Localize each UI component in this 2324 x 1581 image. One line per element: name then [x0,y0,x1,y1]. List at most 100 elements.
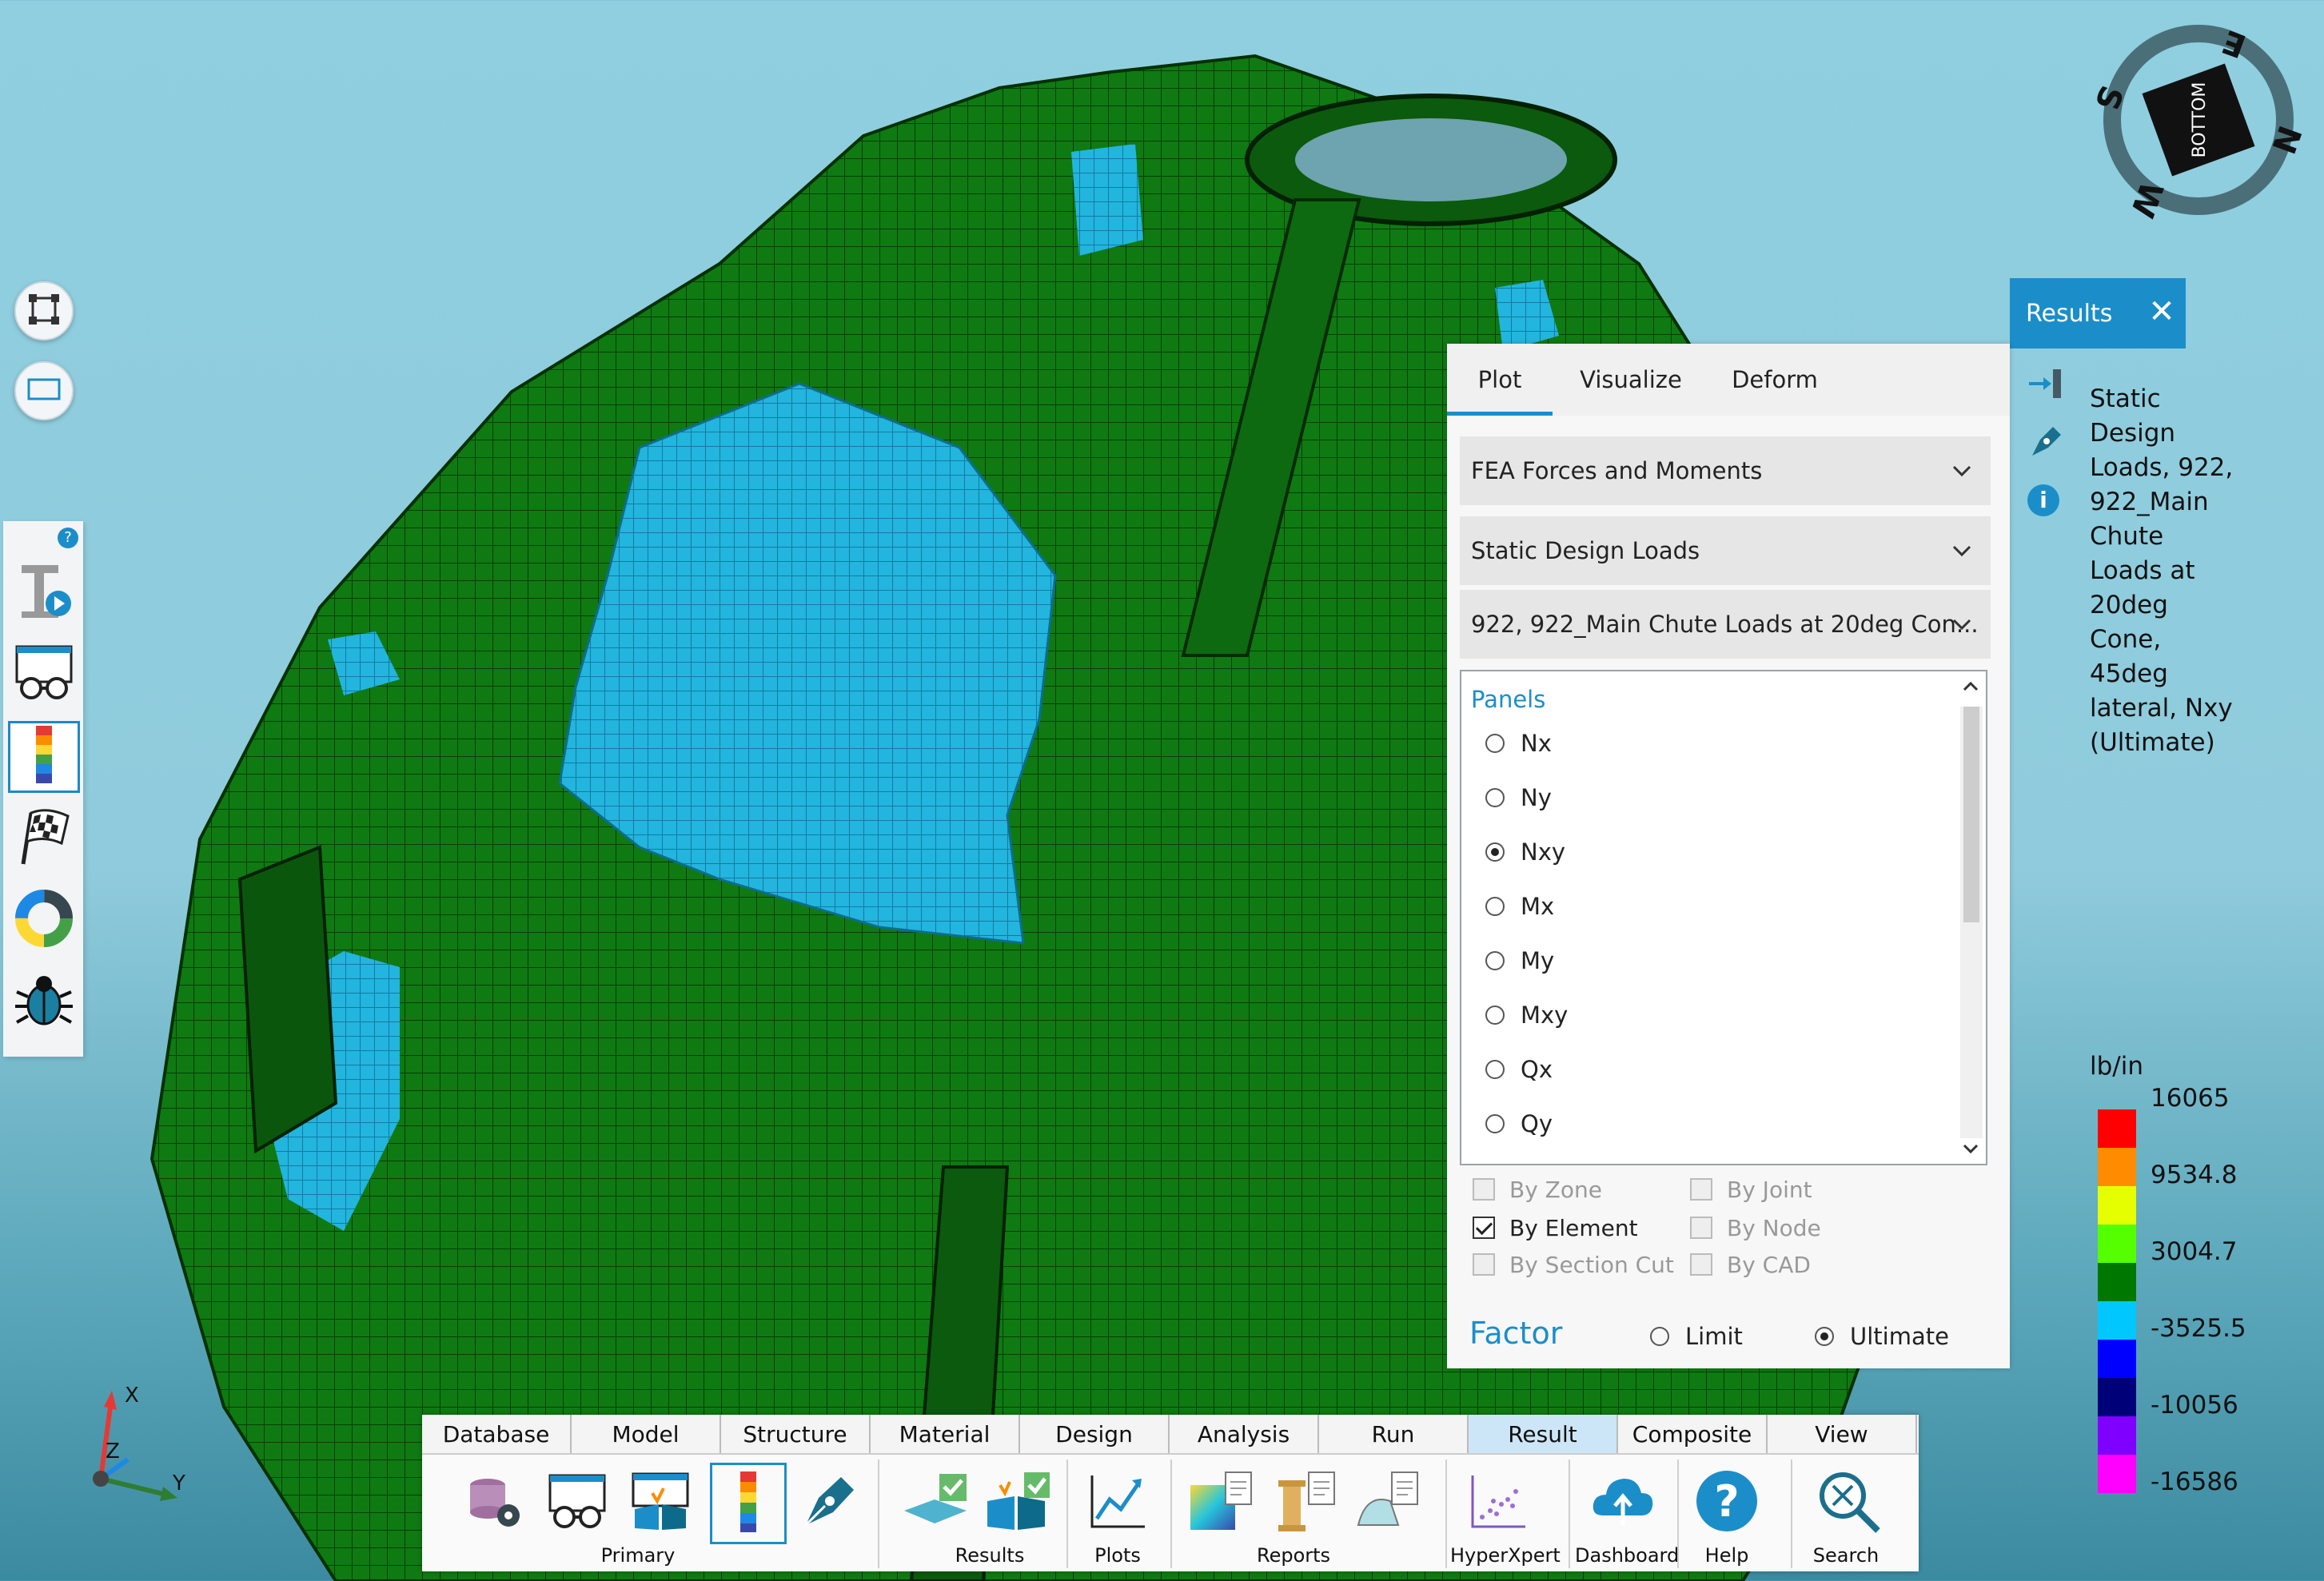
desc-line: Static [2090,384,2161,413]
info-icon[interactable]: i [2027,484,2059,516]
fit-view-icon [26,292,62,330]
radio-circle[interactable] [1485,951,1505,970]
radio-circle[interactable] [1485,842,1505,862]
radio-circle[interactable] [1485,1060,1505,1079]
tab-deform[interactable]: Deform [1711,344,1839,416]
checkbox-box[interactable] [1690,1253,1712,1276]
radio-circle[interactable] [1650,1327,1669,1346]
radio-circle[interactable] [1485,788,1505,807]
panels-listbox[interactable]: Panels Nx Ny Nxy Mx My Mxy Qx Qy [1460,670,1987,1165]
panels-scrollbar[interactable] [1960,707,1983,1138]
help-button[interactable]: ? [1688,1464,1765,1541]
radio-circle[interactable] [1485,1114,1505,1133]
radio-nxy[interactable]: Nxy [1485,836,1565,868]
tab-analysis[interactable]: Analysis [1170,1415,1319,1453]
radio-qy[interactable]: Qy [1485,1108,1553,1140]
window-view-button[interactable] [14,361,74,420]
checkbox-by-section-cut[interactable]: By Section Cut [1473,1250,1674,1279]
toolbar-donut[interactable] [8,884,80,956]
view-compass[interactable]: BOTTOM E N W S [2079,16,2310,224]
toolbar-finish[interactable] [8,802,80,874]
group-separator [1066,1460,1068,1568]
checkbox-by-element[interactable]: By Element [1473,1213,1638,1242]
scatter-plot-icon [1466,1469,1530,1536]
legend-value: -16586 [2151,1468,2238,1496]
tab-design[interactable]: Design [1020,1415,1170,1453]
desc-line: Design [2090,419,2176,448]
checkbox-by-zone[interactable]: By Zone [1473,1175,1602,1204]
toolbar-debug[interactable] [8,966,80,1037]
loadcase-dropdown[interactable]: 922, 922_Main Chute Loads at 20deg Con..… [1460,590,1991,659]
inspect-button[interactable] [539,1464,616,1541]
tab-visualize[interactable]: Visualize [1567,344,1695,416]
legend-color-block [2098,1148,2136,1186]
rectangle-icon [26,376,62,406]
results-header: Results ✕ [2010,278,2186,348]
ribbon-tabs: Database Model Structure Material Design… [422,1415,1919,1455]
tab-result[interactable]: Result [1469,1415,1618,1453]
checkbox-box[interactable] [1473,1178,1495,1201]
fit-view-button[interactable] [14,281,74,340]
help-badge-icon[interactable]: ? [58,528,78,548]
chevron-down-icon [1952,619,1971,631]
radio-mx[interactable]: Mx [1485,890,1554,922]
results-check-button[interactable] [897,1464,974,1541]
report-column-button[interactable] [1265,1464,1341,1541]
checkbox-box[interactable] [1473,1217,1495,1239]
database-settings-button[interactable] [456,1464,532,1541]
hyperxpert-button[interactable] [1460,1464,1537,1541]
pen-tool-icon[interactable] [2026,420,2067,465]
report-surface-button[interactable] [1348,1464,1425,1541]
axis-x-label: X [125,1384,139,1408]
tab-view[interactable]: View [1768,1415,1917,1453]
tab-run[interactable]: Run [1319,1415,1469,1453]
radio-circle[interactable] [1485,734,1505,753]
toolbar-contour[interactable] [8,721,80,793]
group-separator [1445,1460,1447,1568]
checkbox-by-node[interactable]: By Node [1690,1213,1821,1242]
radio-ny[interactable]: Ny [1485,782,1552,814]
radio-limit[interactable]: Limit [1650,1320,1743,1352]
plot-tabs: Plot Visualize Deform [1447,344,2010,416]
contour-legend-icon [734,1470,763,1537]
contour-button[interactable] [710,1463,787,1544]
tab-material[interactable]: Material [871,1415,1020,1453]
tab-composite[interactable]: Composite [1618,1415,1768,1453]
close-icon[interactable]: ✕ [2146,296,2178,328]
chevron-down-icon[interactable] [1960,1138,1981,1159]
send-to-icon[interactable] [2026,364,2064,406]
tab-plot[interactable]: Plot [1447,344,1553,416]
chevron-up-icon[interactable] [1960,676,1981,697]
checkbox-box[interactable] [1690,1178,1712,1201]
pen-tool-button[interactable] [791,1464,868,1541]
radio-ultimate[interactable]: Ultimate [1815,1320,1949,1352]
scroll-thumb[interactable] [1963,707,1979,922]
toolbar-structure-play[interactable] [8,556,80,628]
radio-mxy[interactable]: Mxy [1485,999,1568,1031]
search-button[interactable] [1810,1464,1887,1541]
open-book-button[interactable] [622,1464,699,1541]
plots-button[interactable] [1079,1464,1156,1541]
radio-circle[interactable] [1485,1006,1505,1025]
radio-nx[interactable]: Nx [1485,727,1552,759]
checkbox-box[interactable] [1690,1217,1712,1239]
tab-structure[interactable]: Structure [721,1415,871,1453]
radio-my[interactable]: My [1485,945,1554,977]
toolbar-inspect[interactable] [8,638,80,710]
radio-label: Qy [1521,1110,1553,1137]
radio-circle[interactable] [1485,897,1505,916]
dashboard-button[interactable] [1585,1464,1661,1541]
results-book-button[interactable] [980,1464,1057,1541]
result-type-dropdown[interactable]: FEA Forces and Moments [1460,436,1991,505]
tab-database[interactable]: Database [422,1415,572,1453]
checkbox-by-joint[interactable]: By Joint [1690,1175,1812,1204]
checkbox-box[interactable] [1473,1253,1495,1276]
radio-circle[interactable] [1815,1327,1834,1346]
tab-model[interactable]: Model [572,1415,721,1453]
radio-qx[interactable]: Qx [1485,1053,1553,1085]
loadset-dropdown[interactable]: Static Design Loads [1460,516,1991,585]
checkbox-by-cad[interactable]: By CAD [1690,1250,1811,1279]
legend-color-block [2098,1109,2136,1148]
radio-label: Mx [1521,893,1555,920]
report-heatmap-button[interactable] [1182,1464,1258,1541]
